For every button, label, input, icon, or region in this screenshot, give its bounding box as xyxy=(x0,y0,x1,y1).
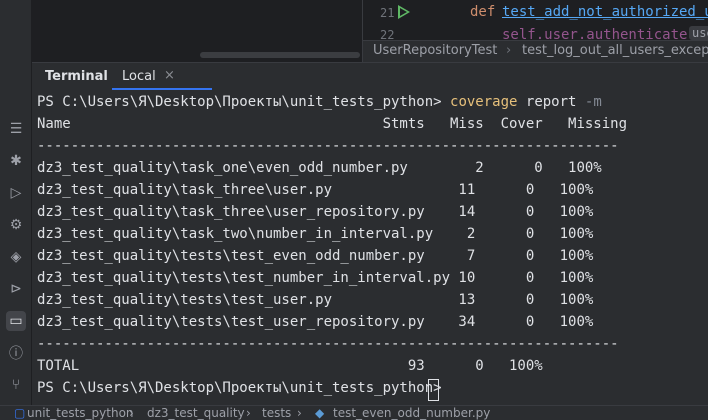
navigation-bar: ▢ unit_tests_python › dz3_test_quality ›… xyxy=(0,405,708,420)
text-cursor xyxy=(428,379,439,401)
table-row: dz3_test_quality\tests\test_user.py 13 0… xyxy=(37,292,594,308)
total-row: TOTAL 93 0 100% xyxy=(37,358,543,374)
code-editor[interactable]: 21 22 def test_add_not_authorized_us sel… xyxy=(363,0,708,40)
table-header: Name Stmts Miss Cover Missing xyxy=(37,116,628,132)
editor-left-pane xyxy=(32,0,362,60)
separator: ----------------------------------------… xyxy=(37,336,619,352)
nav-crumb[interactable]: test_even_odd_number.py xyxy=(333,406,490,420)
command: coverage xyxy=(450,94,518,110)
python-file-icon: ◆ xyxy=(315,406,325,420)
table-row: dz3_test_quality\tests\test_even_odd_num… xyxy=(37,248,594,264)
editor-breadcrumb: UserRepositoryTest › test_log_out_all_us… xyxy=(363,40,708,63)
problems-icon[interactable]: ⓘ xyxy=(6,343,26,363)
tab-terminal[interactable]: Terminal xyxy=(45,69,108,84)
table-row: dz3_test_quality\task_three\user.py 11 0… xyxy=(37,182,594,198)
tab-local[interactable]: Local xyxy=(122,69,156,84)
chevron-right-icon: › xyxy=(129,406,134,420)
table-row: dz3_test_quality\task_two\number_in_inte… xyxy=(37,226,594,242)
python-console-icon[interactable]: ⚙ xyxy=(6,215,26,235)
chevron-right-icon: › xyxy=(246,406,251,420)
run-gutter-icon-inner xyxy=(400,8,407,16)
close-icon[interactable]: × xyxy=(164,68,175,83)
table-row: dz3_test_quality\tests\test_number_in_in… xyxy=(37,270,594,286)
folder-icon: ▢ xyxy=(14,406,26,420)
code-keyword: def xyxy=(470,4,496,20)
structure-icon[interactable]: ☰ xyxy=(6,119,26,139)
param-hint: use xyxy=(689,26,708,40)
table-row: dz3_test_quality\task_one\even_odd_numbe… xyxy=(37,160,602,176)
debug-icon[interactable]: ✱ xyxy=(6,151,26,171)
nav-crumb[interactable]: dz3_test_quality xyxy=(147,406,245,420)
horizontal-scrollbar[interactable] xyxy=(200,52,360,58)
line-number: 22 xyxy=(380,28,395,40)
code-line: self.user.authenticate( xyxy=(502,27,696,40)
terminal-icon[interactable]: ▭ xyxy=(6,311,26,331)
tool-window-strip: ☰ ✱ ▷ ⚙ ◈ ⊳ ▭ ⓘ ⑂ xyxy=(0,0,32,405)
code-function-name: test_add_not_authorized_us xyxy=(502,4,708,20)
breadcrumb-method[interactable]: test_log_out_all_users_except xyxy=(522,43,708,58)
terminal-output[interactable]: PS C:\Users\Я\Desktop\Проекты\unit_tests… xyxy=(32,90,708,405)
table-row: dz3_test_quality\tests\test_user_reposit… xyxy=(37,314,594,330)
services-icon[interactable]: ⊳ xyxy=(6,279,26,299)
prompt: PS C:\Users\Я\Desktop\Проекты\unit_tests… xyxy=(37,94,442,110)
terminal-header: Terminal Local × xyxy=(32,62,708,91)
table-row: dz3_test_quality\task_three\user_reposit… xyxy=(37,204,594,220)
command-line: PS C:\Users\Я\Desktop\Проекты\unit_tests… xyxy=(37,94,602,110)
run-icon[interactable]: ▷ xyxy=(6,183,26,203)
line-number: 21 xyxy=(380,6,395,20)
nav-crumb[interactable]: tests xyxy=(262,406,291,420)
prompt: PS C:\Users\Я\Desktop\Проекты\unit_tests… xyxy=(37,380,442,396)
command-args: report xyxy=(525,94,577,110)
nav-crumb[interactable]: unit_tests_python xyxy=(27,406,134,420)
separator: ----------------------------------------… xyxy=(37,138,619,154)
chevron-right-icon: › xyxy=(297,406,302,420)
breadcrumb-separator: › xyxy=(506,43,512,58)
prompt-line: PS C:\Users\Я\Desktop\Проекты\unit_tests… xyxy=(37,380,450,396)
layers-icon[interactable]: ◈ xyxy=(6,247,26,267)
git-icon[interactable]: ⑂ xyxy=(6,375,26,395)
breadcrumb-class[interactable]: UserRepositoryTest xyxy=(373,43,497,58)
command-flag: -m xyxy=(584,94,602,110)
